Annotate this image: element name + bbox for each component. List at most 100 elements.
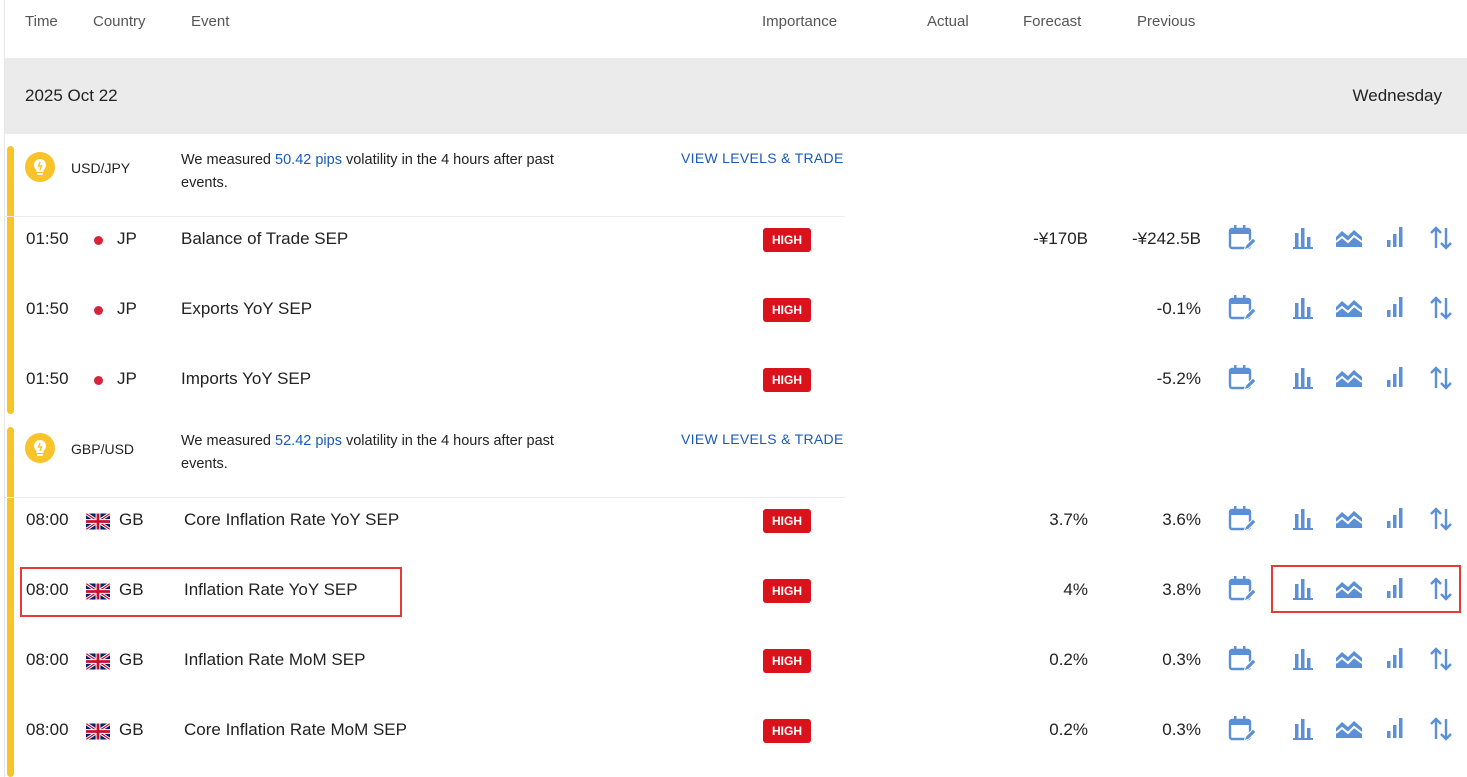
event-row[interactable]: 08:00 GB Inflation Rate MoM SEP HIGH 0.2… xyxy=(5,626,1467,696)
importance-badge: HIGH xyxy=(763,579,811,603)
event-name[interactable]: Balance of Trade SEP xyxy=(181,229,348,249)
sort-arrows-icon[interactable] xyxy=(1426,644,1458,676)
bar-chart-icon[interactable] xyxy=(1289,223,1321,255)
sort-arrows-icon[interactable] xyxy=(1426,363,1458,395)
ascending-bars-icon[interactable] xyxy=(1381,504,1413,536)
importance-badge: HIGH xyxy=(763,298,811,322)
country-code: GB xyxy=(119,650,144,669)
event-name[interactable]: Exports YoY SEP xyxy=(181,299,312,319)
bar-chart-icon[interactable] xyxy=(1289,293,1321,325)
sort-arrows-icon[interactable] xyxy=(1426,223,1458,255)
row-actions xyxy=(1227,712,1457,750)
row-actions xyxy=(1227,502,1457,540)
jp-flag-icon xyxy=(86,232,110,249)
event-row[interactable]: 01:50 JP Exports YoY SEP HIGH -0.1% xyxy=(5,275,1467,345)
event-row[interactable]: 08:00 GB Core Inflation Rate MoM SEP HIG… xyxy=(5,696,1467,766)
date-band: 2025 Oct 22 Wednesday xyxy=(5,58,1467,134)
event-row[interactable]: 01:50 JP Balance of Trade SEP HIGH -¥170… xyxy=(5,205,1467,275)
volatility-text: We measured 52.42 pips volatility in the… xyxy=(181,433,554,472)
ascending-bars-icon[interactable] xyxy=(1381,644,1413,676)
sort-arrows-icon[interactable] xyxy=(1426,293,1458,325)
bar-chart-icon[interactable] xyxy=(1289,644,1321,676)
previous-value: -5.2% xyxy=(1156,369,1201,388)
currency-pair: USD/JPY xyxy=(71,160,131,176)
importance-badge: HIGH xyxy=(763,719,811,743)
calendar-edit-icon[interactable] xyxy=(1227,223,1259,255)
calendar-edit-icon[interactable] xyxy=(1227,714,1259,746)
forecast-value: -¥170B xyxy=(1033,229,1088,248)
ascending-bars-icon[interactable] xyxy=(1381,363,1413,395)
event-time: 01:50 xyxy=(26,369,69,388)
event-time: 08:00 xyxy=(26,650,69,669)
country-code: JP xyxy=(117,229,137,248)
event-time: 08:00 xyxy=(26,720,69,739)
jp-flag-icon xyxy=(86,302,110,319)
previous-value: -0.1% xyxy=(1156,299,1201,318)
lightbulb-icon xyxy=(25,433,55,463)
highlight-event-box xyxy=(20,567,402,617)
row-actions xyxy=(1227,361,1457,399)
col-previous[interactable]: Previous xyxy=(1137,13,1195,30)
bar-chart-icon[interactable] xyxy=(1289,363,1321,395)
gb-flag-icon xyxy=(86,513,110,530)
event-name[interactable]: Core Inflation Rate YoY SEP xyxy=(184,510,399,530)
currency-pair: GBP/USD xyxy=(71,441,135,457)
col-event[interactable]: Event xyxy=(191,13,229,30)
event-name[interactable]: Inflation Rate MoM SEP xyxy=(184,650,365,670)
lightbulb-icon xyxy=(25,152,55,182)
row-actions xyxy=(1227,291,1457,329)
col-country[interactable]: Country xyxy=(93,13,146,30)
country-code: JP xyxy=(117,369,137,388)
col-actual[interactable]: Actual xyxy=(927,13,969,30)
economic-calendar: Time Country Event Importance Actual For… xyxy=(4,0,1467,777)
volatility-text: We measured 50.42 pips volatility in the… xyxy=(181,152,554,191)
col-forecast[interactable]: Forecast xyxy=(1023,13,1081,30)
importance-badge: HIGH xyxy=(763,368,811,392)
weekday-label: Wednesday xyxy=(1352,86,1442,105)
col-importance[interactable]: Importance xyxy=(762,13,837,30)
sort-arrows-icon[interactable] xyxy=(1426,504,1458,536)
highlight-icons-box xyxy=(1271,565,1461,613)
area-chart-icon[interactable] xyxy=(1334,293,1366,325)
previous-value: -¥242.5B xyxy=(1132,229,1201,248)
area-chart-icon[interactable] xyxy=(1334,363,1366,395)
importance-badge: HIGH xyxy=(763,228,811,252)
importance-badge: HIGH xyxy=(763,649,811,673)
area-chart-icon[interactable] xyxy=(1334,644,1366,676)
event-name[interactable]: Core Inflation Rate MoM SEP xyxy=(184,720,407,740)
view-levels-trade-link[interactable]: VIEW LEVELS & TRADE xyxy=(681,150,844,166)
calendar-edit-icon[interactable] xyxy=(1227,644,1259,676)
calendar-edit-icon[interactable] xyxy=(1227,363,1259,395)
bar-chart-icon[interactable] xyxy=(1289,504,1321,536)
country-code: GB xyxy=(119,510,144,529)
event-name[interactable]: Imports YoY SEP xyxy=(181,369,311,389)
area-chart-icon[interactable] xyxy=(1334,714,1366,746)
column-header: Time Country Event Importance Actual For… xyxy=(5,0,1467,44)
event-row[interactable]: 01:50 JP Imports YoY SEP HIGH -5.2% xyxy=(5,345,1467,415)
country-code: JP xyxy=(117,299,137,318)
forecast-value: 4% xyxy=(1063,580,1088,599)
sort-arrows-icon[interactable] xyxy=(1426,714,1458,746)
row-actions xyxy=(1227,221,1457,259)
pips-value: 50.42 pips xyxy=(275,152,342,168)
calendar-edit-icon[interactable] xyxy=(1227,293,1259,325)
date-label: 2025 Oct 22 xyxy=(25,86,118,105)
row-actions xyxy=(1227,642,1457,680)
pips-value: 52.42 pips xyxy=(275,433,342,449)
gb-flag-icon xyxy=(86,723,110,740)
previous-value: 0.3% xyxy=(1162,720,1201,739)
view-levels-trade-link[interactable]: VIEW LEVELS & TRADE xyxy=(681,431,844,447)
area-chart-icon[interactable] xyxy=(1334,504,1366,536)
calendar-edit-icon[interactable] xyxy=(1227,504,1259,536)
ascending-bars-icon[interactable] xyxy=(1381,293,1413,325)
ascending-bars-icon[interactable] xyxy=(1381,714,1413,746)
country-code: GB xyxy=(119,720,144,739)
calendar-edit-icon[interactable] xyxy=(1227,574,1259,606)
col-time[interactable]: Time xyxy=(25,13,58,30)
event-time: 01:50 xyxy=(26,299,69,318)
area-chart-icon[interactable] xyxy=(1334,223,1366,255)
bar-chart-icon[interactable] xyxy=(1289,714,1321,746)
event-row[interactable]: 08:00 GB Core Inflation Rate YoY SEP HIG… xyxy=(5,486,1467,556)
ascending-bars-icon[interactable] xyxy=(1381,223,1413,255)
event-time: 01:50 xyxy=(26,229,69,248)
